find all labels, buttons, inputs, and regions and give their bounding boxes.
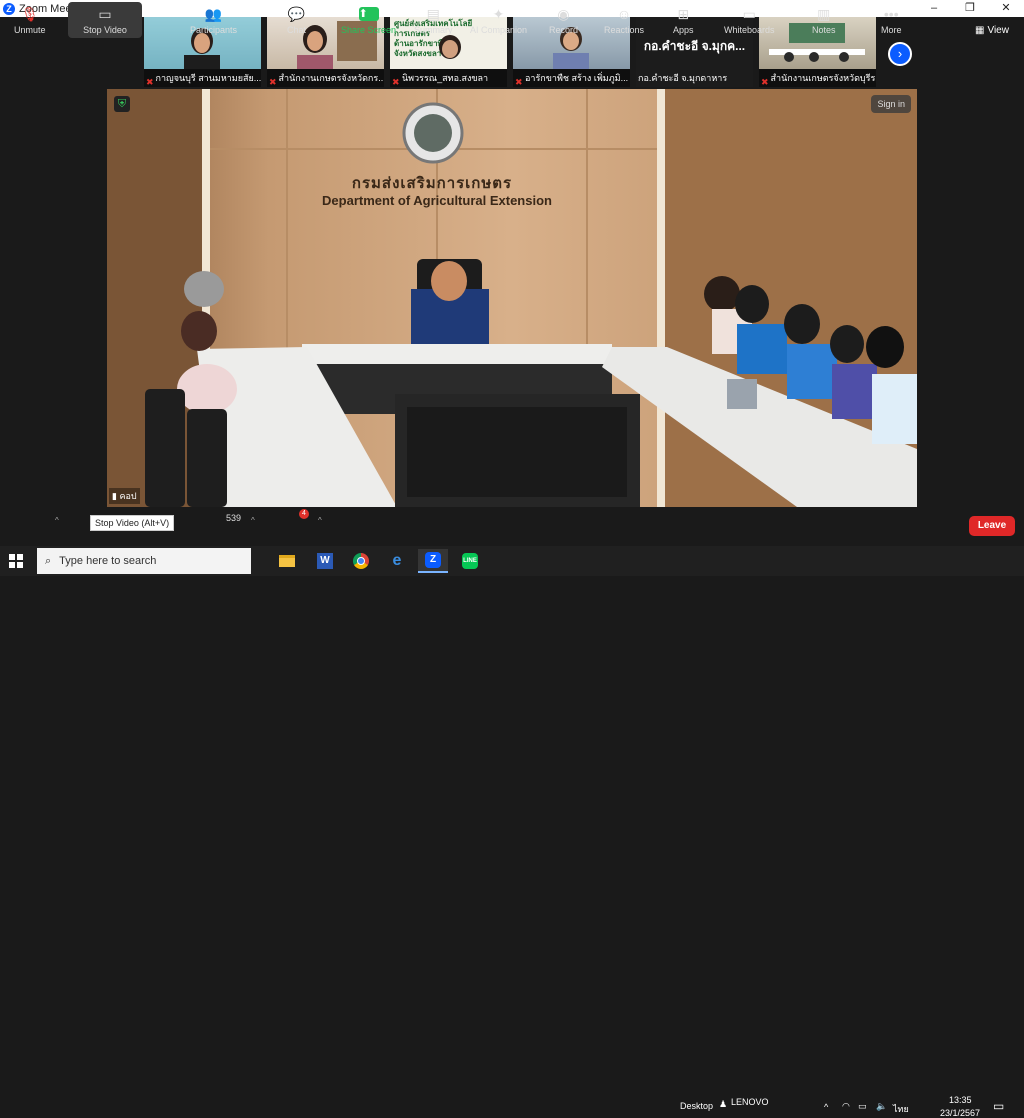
- wifi-icon[interactable]: ◠: [842, 1101, 850, 1112]
- apps-button[interactable]: ⊞ Apps: [673, 2, 694, 38]
- participant-big-name: กอ.คำชะอี จ.มุกค...: [643, 39, 746, 53]
- more-button[interactable]: ••• More: [881, 2, 902, 38]
- zoom-taskbar-icon[interactable]: Z: [418, 549, 448, 573]
- participant-name: อารักขาพืช สร้าง เพิ่มภูมิ...: [525, 73, 629, 83]
- language-indicator[interactable]: ไทย: [893, 1102, 909, 1116]
- restore-button[interactable]: ❐: [952, 0, 988, 17]
- sparkle-icon: ✦: [492, 6, 505, 22]
- view-label: View: [987, 25, 1009, 36]
- participant-name: สำนักงานเกษตรจังหวัดบุรีรา...: [770, 73, 876, 83]
- wall-sign-thai: กรมส่งเสริมการเกษตร: [351, 175, 513, 192]
- conference-room-scene: [107, 89, 917, 507]
- summary-button[interactable]: ▤ Summary: [414, 2, 453, 38]
- tooltip: Stop Video (Alt+V): [90, 515, 175, 531]
- windows-taskbar: ⌕ Type here to search W e Z LINE Desktop…: [0, 546, 1024, 1118]
- word-icon[interactable]: W: [310, 549, 340, 573]
- clock-date[interactable]: 23/1/2567: [940, 1108, 980, 1118]
- muted-mic-icon: 🎙: [20, 6, 39, 22]
- chevron-up-icon[interactable]: ^: [318, 516, 322, 525]
- windows-start-icon[interactable]: [9, 554, 23, 568]
- summary-icon: ▤: [426, 6, 440, 22]
- record-icon: ◉: [557, 6, 570, 22]
- sign-in-button[interactable]: Sign in: [871, 95, 911, 113]
- unmute-button[interactable]: 🎙 Unmute: [14, 2, 46, 38]
- window-controls: – ❐ ✕: [916, 0, 1024, 17]
- grid-icon: ▦: [975, 25, 985, 36]
- notes-icon: ▥: [817, 6, 831, 22]
- participant-name: กาญจนบุรี สานมหามยสัย...: [155, 73, 261, 83]
- close-button[interactable]: ✕: [988, 0, 1024, 17]
- user-label[interactable]: LENOVO: [731, 1097, 769, 1107]
- chevron-up-icon[interactable]: ^: [55, 516, 59, 525]
- more-icon: •••: [883, 6, 899, 22]
- muted-mic-icon: ✖: [761, 77, 769, 87]
- ai-companion-button[interactable]: ✦ AI Companion: [470, 2, 527, 38]
- share-screen-button[interactable]: ⬆ Share Screen: [341, 2, 396, 38]
- user-icon: ♟: [719, 1099, 728, 1109]
- shield-icon[interactable]: ⛨: [114, 96, 130, 112]
- stop-video-button[interactable]: ▭ Stop Video: [68, 2, 142, 38]
- video-camera-icon: ▭: [98, 6, 112, 22]
- muted-mic-icon: ✖: [392, 77, 400, 87]
- clock-time[interactable]: 13:35: [949, 1095, 972, 1105]
- leave-button[interactable]: Leave: [969, 516, 1015, 536]
- active-speaker-name: ▮ คอป: [109, 488, 140, 504]
- desktop-label[interactable]: Desktop: [680, 1101, 713, 1111]
- signal-icon: ▮: [112, 491, 117, 501]
- search-icon: ⌕: [45, 554, 52, 567]
- reactions-button[interactable]: ☺ Reactions: [604, 2, 644, 38]
- edge-icon[interactable]: e: [382, 549, 412, 573]
- whiteboard-icon: ▭: [742, 6, 756, 22]
- chevron-up-icon[interactable]: ^: [824, 1102, 828, 1112]
- participants-button[interactable]: 👥 Participants: [190, 2, 237, 38]
- main-video: กรมส่งเสริมการเกษตร Department of Agricu…: [107, 89, 917, 507]
- apps-icon: ⊞: [677, 6, 690, 22]
- chat-icon: 💬: [287, 6, 306, 22]
- volume-icon[interactable]: 🔈: [876, 1101, 887, 1112]
- muted-mic-icon: ✖: [269, 77, 277, 87]
- next-page-button[interactable]: ›: [888, 42, 912, 66]
- participant-name: นิพวรรณ_สทอ.สงขลา: [402, 73, 489, 83]
- record-button[interactable]: ◉ Record: [549, 2, 578, 38]
- participant-name: สำนักงานเกษตรจังหวัดกร...: [278, 73, 384, 83]
- chrome-icon[interactable]: [346, 549, 376, 573]
- participants-count: 539: [226, 513, 242, 523]
- whiteboards-button[interactable]: ▭ Whiteboards: [724, 2, 775, 38]
- muted-mic-icon: ✖: [146, 77, 154, 87]
- notes-button[interactable]: ▥ Notes: [812, 2, 836, 38]
- file-explorer-icon[interactable]: [272, 549, 302, 573]
- taskbar-search[interactable]: ⌕ Type here to search: [37, 548, 251, 574]
- display-icon[interactable]: ▭: [858, 1101, 867, 1112]
- participant-name: กอ.คำชะอี จ.มุกดาหาร: [638, 73, 728, 83]
- line-app-icon[interactable]: LINE: [455, 549, 485, 573]
- muted-mic-icon: ✖: [515, 77, 523, 87]
- chevron-up-icon[interactable]: ^: [251, 516, 255, 525]
- notification-icon[interactable]: ▭: [993, 1099, 1004, 1113]
- chat-button[interactable]: 💬 Chat: [287, 2, 306, 38]
- wall-sign-english: Department of Agricultural Extension: [322, 193, 552, 208]
- participants-icon: 👥: [204, 6, 223, 22]
- search-placeholder: Type here to search: [59, 555, 157, 567]
- chat-badge: 4: [299, 509, 309, 519]
- minimize-button[interactable]: –: [916, 0, 952, 17]
- share-screen-icon: ⬆: [358, 7, 379, 21]
- smiley-icon: ☺: [616, 6, 632, 22]
- view-button[interactable]: ▦ View: [975, 25, 1009, 36]
